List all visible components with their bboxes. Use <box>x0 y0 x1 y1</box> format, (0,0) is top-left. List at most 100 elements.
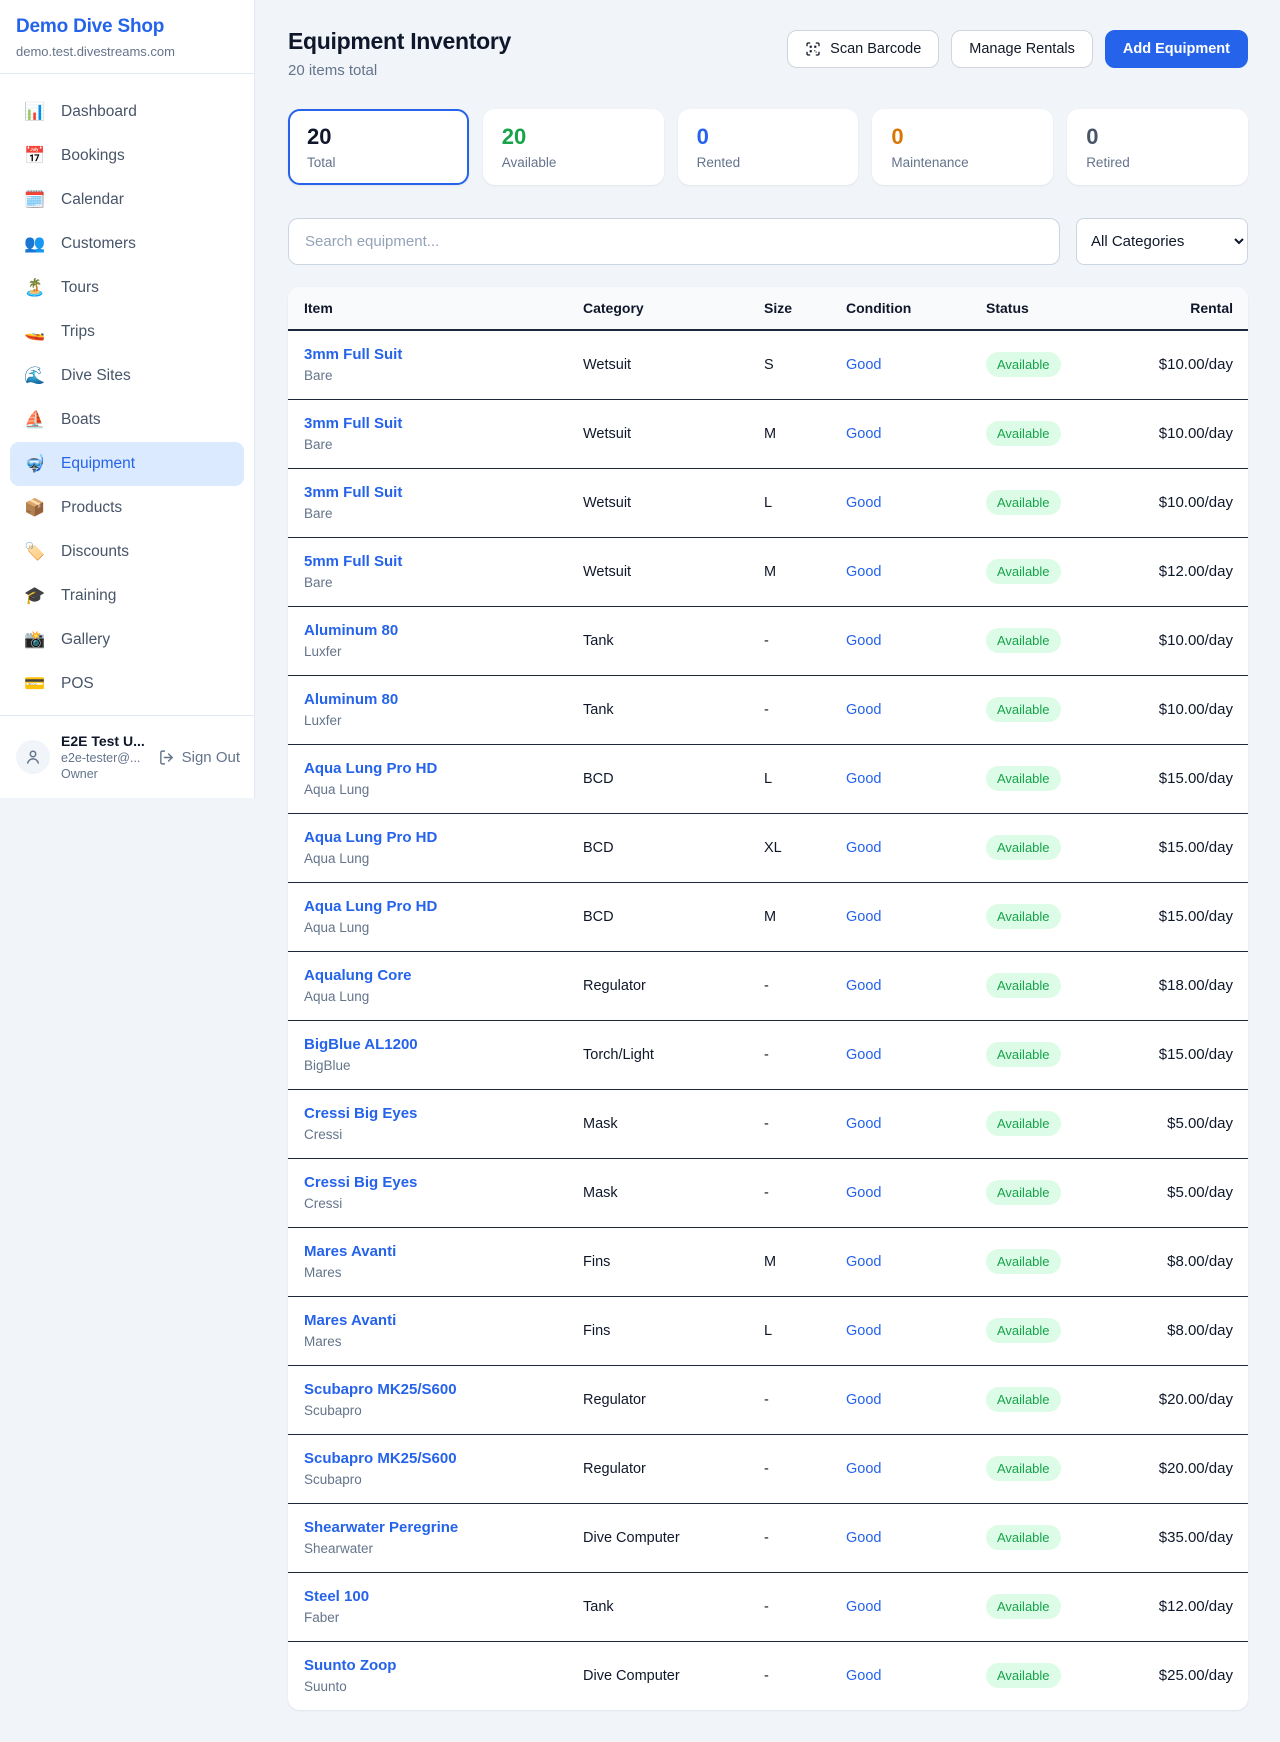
discounts-icon: 🏷️ <box>24 542 46 562</box>
sidebar-item-tours[interactable]: 🏝️Tours <box>10 266 244 310</box>
item-condition-link[interactable]: Good <box>846 633 881 649</box>
item-size: M <box>764 537 846 606</box>
bookings-icon: 📅 <box>24 146 46 166</box>
item-condition-link[interactable]: Good <box>846 495 881 511</box>
sidebar-item-products[interactable]: 📦Products <box>10 486 244 530</box>
item-condition-link[interactable]: Good <box>846 840 881 856</box>
sidebar-item-dashboard[interactable]: 📊Dashboard <box>10 90 244 134</box>
table-row: Aqua Lung Pro HDAqua LungBCDLGoodAvailab… <box>288 744 1248 813</box>
status-badge: Available <box>986 904 1061 929</box>
item-name-link[interactable]: 3mm Full Suit <box>304 484 583 501</box>
sidebar-item-label: Products <box>61 499 122 517</box>
item-name-link[interactable]: 3mm Full Suit <box>304 346 583 363</box>
item-name-link[interactable]: Mares Avanti <box>304 1312 583 1329</box>
item-condition-link[interactable]: Good <box>846 1254 881 1270</box>
item-name-link[interactable]: Mares Avanti <box>304 1243 583 1260</box>
add-equipment-label: Add Equipment <box>1123 41 1230 57</box>
item-size: - <box>764 1503 846 1572</box>
table-row: Mares AvantiMaresFinsLGoodAvailable$8.00… <box>288 1296 1248 1365</box>
category-select[interactable]: All Categories <box>1076 218 1248 265</box>
item-name-link[interactable]: Cressi Big Eyes <box>304 1174 583 1191</box>
scan-barcode-label: Scan Barcode <box>830 41 921 57</box>
item-condition-link[interactable]: Good <box>846 909 881 925</box>
training-icon: 🎓 <box>24 586 46 606</box>
item-name-link[interactable]: 5mm Full Suit <box>304 553 583 570</box>
sign-out-button[interactable]: Sign Out <box>158 749 240 766</box>
status-badge: Available <box>986 628 1061 653</box>
sidebar-item-boats[interactable]: ⛵Boats <box>10 398 244 442</box>
sidebar-item-bookings[interactable]: 📅Bookings <box>10 134 244 178</box>
status-badge: Available <box>986 1663 1061 1688</box>
item-category: Wetsuit <box>583 330 764 399</box>
item-condition-link[interactable]: Good <box>846 426 881 442</box>
status-badge: Available <box>986 490 1061 515</box>
item-name-link[interactable]: Scubapro MK25/S600 <box>304 1450 583 1467</box>
item-condition-link[interactable]: Good <box>846 564 881 580</box>
item-category: BCD <box>583 744 764 813</box>
table-row: Scubapro MK25/S600ScubaproRegulator-Good… <box>288 1365 1248 1434</box>
sidebar-item-label: Dive Sites <box>61 367 131 385</box>
sidebar-item-dive-sites[interactable]: 🌊Dive Sites <box>10 354 244 398</box>
stat-card-available[interactable]: 20Available <box>483 109 664 185</box>
item-brand: Luxfer <box>304 713 583 728</box>
item-name-link[interactable]: Suunto Zoop <box>304 1657 583 1674</box>
add-equipment-button[interactable]: Add Equipment <box>1105 30 1248 68</box>
stat-card-rented[interactable]: 0Rented <box>678 109 859 185</box>
search-input[interactable] <box>288 218 1060 265</box>
item-condition-link[interactable]: Good <box>846 1668 881 1684</box>
item-condition-link[interactable]: Good <box>846 1461 881 1477</box>
item-brand: Mares <box>304 1265 583 1280</box>
sidebar-item-equipment[interactable]: 🤿Equipment <box>10 442 244 486</box>
item-name-link[interactable]: Aqua Lung Pro HD <box>304 760 583 777</box>
item-brand: BigBlue <box>304 1058 583 1073</box>
brand-block: Demo Dive Shop demo.test.divestreams.com <box>0 0 254 74</box>
sidebar-item-calendar[interactable]: 🗓️Calendar <box>10 178 244 222</box>
item-size: - <box>764 1158 846 1227</box>
item-name-link[interactable]: Aluminum 80 <box>304 691 583 708</box>
item-name-link[interactable]: Cressi Big Eyes <box>304 1105 583 1122</box>
manage-rentals-button[interactable]: Manage Rentals <box>951 30 1093 68</box>
item-name-link[interactable]: BigBlue AL1200 <box>304 1036 583 1053</box>
item-name-link[interactable]: Shearwater Peregrine <box>304 1519 583 1536</box>
item-condition-link[interactable]: Good <box>846 978 881 994</box>
scan-barcode-button[interactable]: Scan Barcode <box>787 30 939 68</box>
item-name-link[interactable]: Aqua Lung Pro HD <box>304 829 583 846</box>
item-category: Wetsuit <box>583 537 764 606</box>
sidebar-item-discounts[interactable]: 🏷️Discounts <box>10 530 244 574</box>
item-condition-link[interactable]: Good <box>846 1392 881 1408</box>
item-brand: Aqua Lung <box>304 851 583 866</box>
item-name-link[interactable]: Steel 100 <box>304 1588 583 1605</box>
item-name-link[interactable]: Aqualung Core <box>304 967 583 984</box>
item-name-link[interactable]: 3mm Full Suit <box>304 415 583 432</box>
item-name-link[interactable]: Scubapro MK25/S600 <box>304 1381 583 1398</box>
item-condition-link[interactable]: Good <box>846 1047 881 1063</box>
item-condition-link[interactable]: Good <box>846 1530 881 1546</box>
item-rental-rate: $12.00/day <box>1136 1572 1248 1641</box>
item-name-link[interactable]: Aluminum 80 <box>304 622 583 639</box>
item-condition-link[interactable]: Good <box>846 1116 881 1132</box>
item-size: S <box>764 330 846 399</box>
item-condition-link[interactable]: Good <box>846 1323 881 1339</box>
item-name-link[interactable]: Aqua Lung Pro HD <box>304 898 583 915</box>
item-size: - <box>764 606 846 675</box>
item-size: - <box>764 1365 846 1434</box>
sidebar-item-trips[interactable]: 🚤Trips <box>10 310 244 354</box>
sidebar-item-training[interactable]: 🎓Training <box>10 574 244 618</box>
stat-card-total[interactable]: 20Total <box>288 109 469 185</box>
stat-card-maintenance[interactable]: 0Maintenance <box>872 109 1053 185</box>
sidebar-item-pos[interactable]: 💳POS <box>10 662 244 706</box>
stat-card-retired[interactable]: 0Retired <box>1067 109 1248 185</box>
item-condition-link[interactable]: Good <box>846 702 881 718</box>
item-brand: Bare <box>304 368 583 383</box>
item-condition-link[interactable]: Good <box>846 1185 881 1201</box>
item-rental-rate: $15.00/day <box>1136 744 1248 813</box>
item-condition-link[interactable]: Good <box>846 771 881 787</box>
item-category: Regulator <box>583 1434 764 1503</box>
sidebar-item-customers[interactable]: 👥Customers <box>10 222 244 266</box>
column-header-item: Item <box>288 287 583 330</box>
sidebar-item-gallery[interactable]: 📸Gallery <box>10 618 244 662</box>
equipment-table-body: 3mm Full SuitBareWetsuitSGoodAvailable$1… <box>288 330 1248 1710</box>
item-condition-link[interactable]: Good <box>846 1599 881 1615</box>
sidebar-item-label: POS <box>61 675 94 693</box>
item-condition-link[interactable]: Good <box>846 357 881 373</box>
